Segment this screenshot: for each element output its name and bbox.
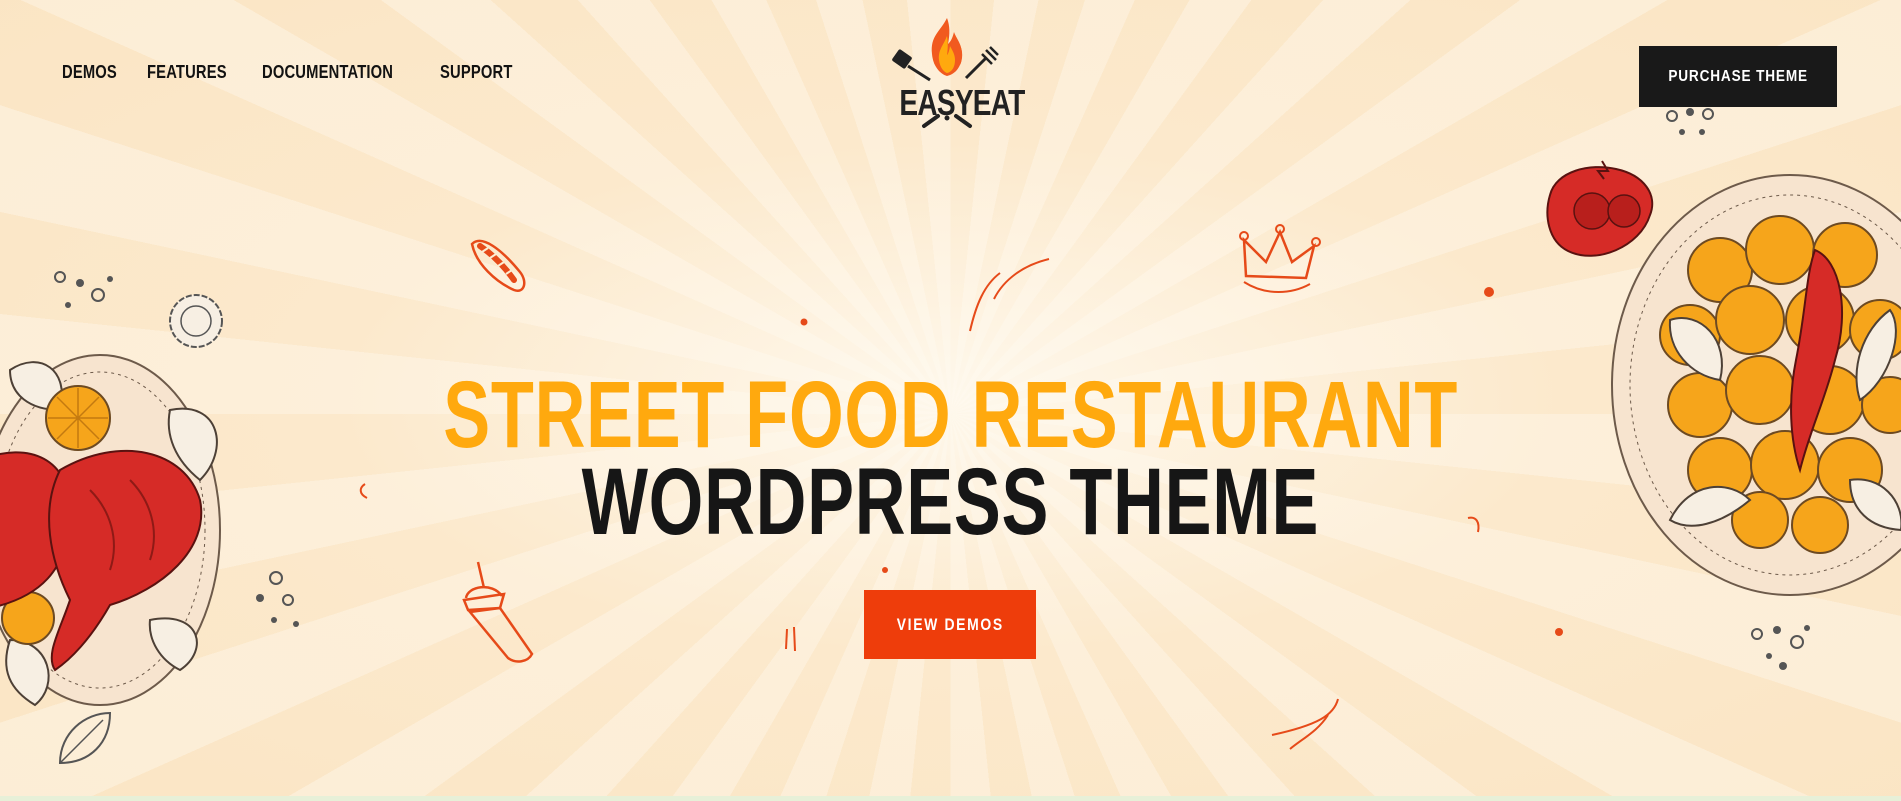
dot-icon [882, 567, 888, 573]
crown-icon [1239, 224, 1321, 293]
purchase-theme-button[interactable]: PURCHASE THEME [1639, 46, 1837, 107]
swoosh-icon [1271, 698, 1339, 750]
nav-demos[interactable]: DEMOS [62, 62, 117, 83]
cookie-icon [169, 294, 223, 348]
site-logo[interactable]: EASYEAT [886, 14, 1025, 138]
hero-section: DEMOS FEATURES DOCUMENTATION SUPPORT EAS… [0, 0, 1901, 796]
nav-features[interactable]: FEATURES [147, 62, 227, 83]
spatula-icon [892, 49, 931, 82]
dot-icon [1484, 287, 1494, 297]
fork-icon [964, 46, 999, 80]
nav-documentation[interactable]: DOCUMENTATION [262, 62, 393, 83]
view-demos-button[interactable]: VIEW DEMOS [864, 590, 1036, 659]
swoosh-icon [969, 258, 1050, 332]
dot-icon [1555, 628, 1563, 636]
hero-headline-line2: WORDPRESS THEME [0, 455, 1901, 550]
pepper-dots-icon [54, 271, 113, 308]
pepper-dots-icon [1751, 625, 1810, 670]
main-nav: DEMOS FEATURES DOCUMENTATION SUPPORT [62, 62, 517, 83]
hero-headline-line2-text: WORDPRESS THEME [581, 449, 1320, 555]
hotdog-icon [470, 239, 526, 293]
dot-icon [800, 318, 808, 326]
pepper-dots-icon [1666, 108, 1714, 135]
pepper-dots-icon [256, 571, 299, 627]
nav-support[interactable]: SUPPORT [440, 62, 513, 83]
bottom-strip [0, 796, 1901, 801]
logo-text: EASYEAT [899, 82, 1025, 123]
purchase-theme-label: PURCHASE THEME [1668, 67, 1808, 85]
view-demos-label: VIEW DEMOS [896, 614, 1004, 634]
tick-icon [785, 626, 796, 652]
leaf-icon [58, 711, 112, 765]
drink-cup-icon [462, 561, 534, 663]
